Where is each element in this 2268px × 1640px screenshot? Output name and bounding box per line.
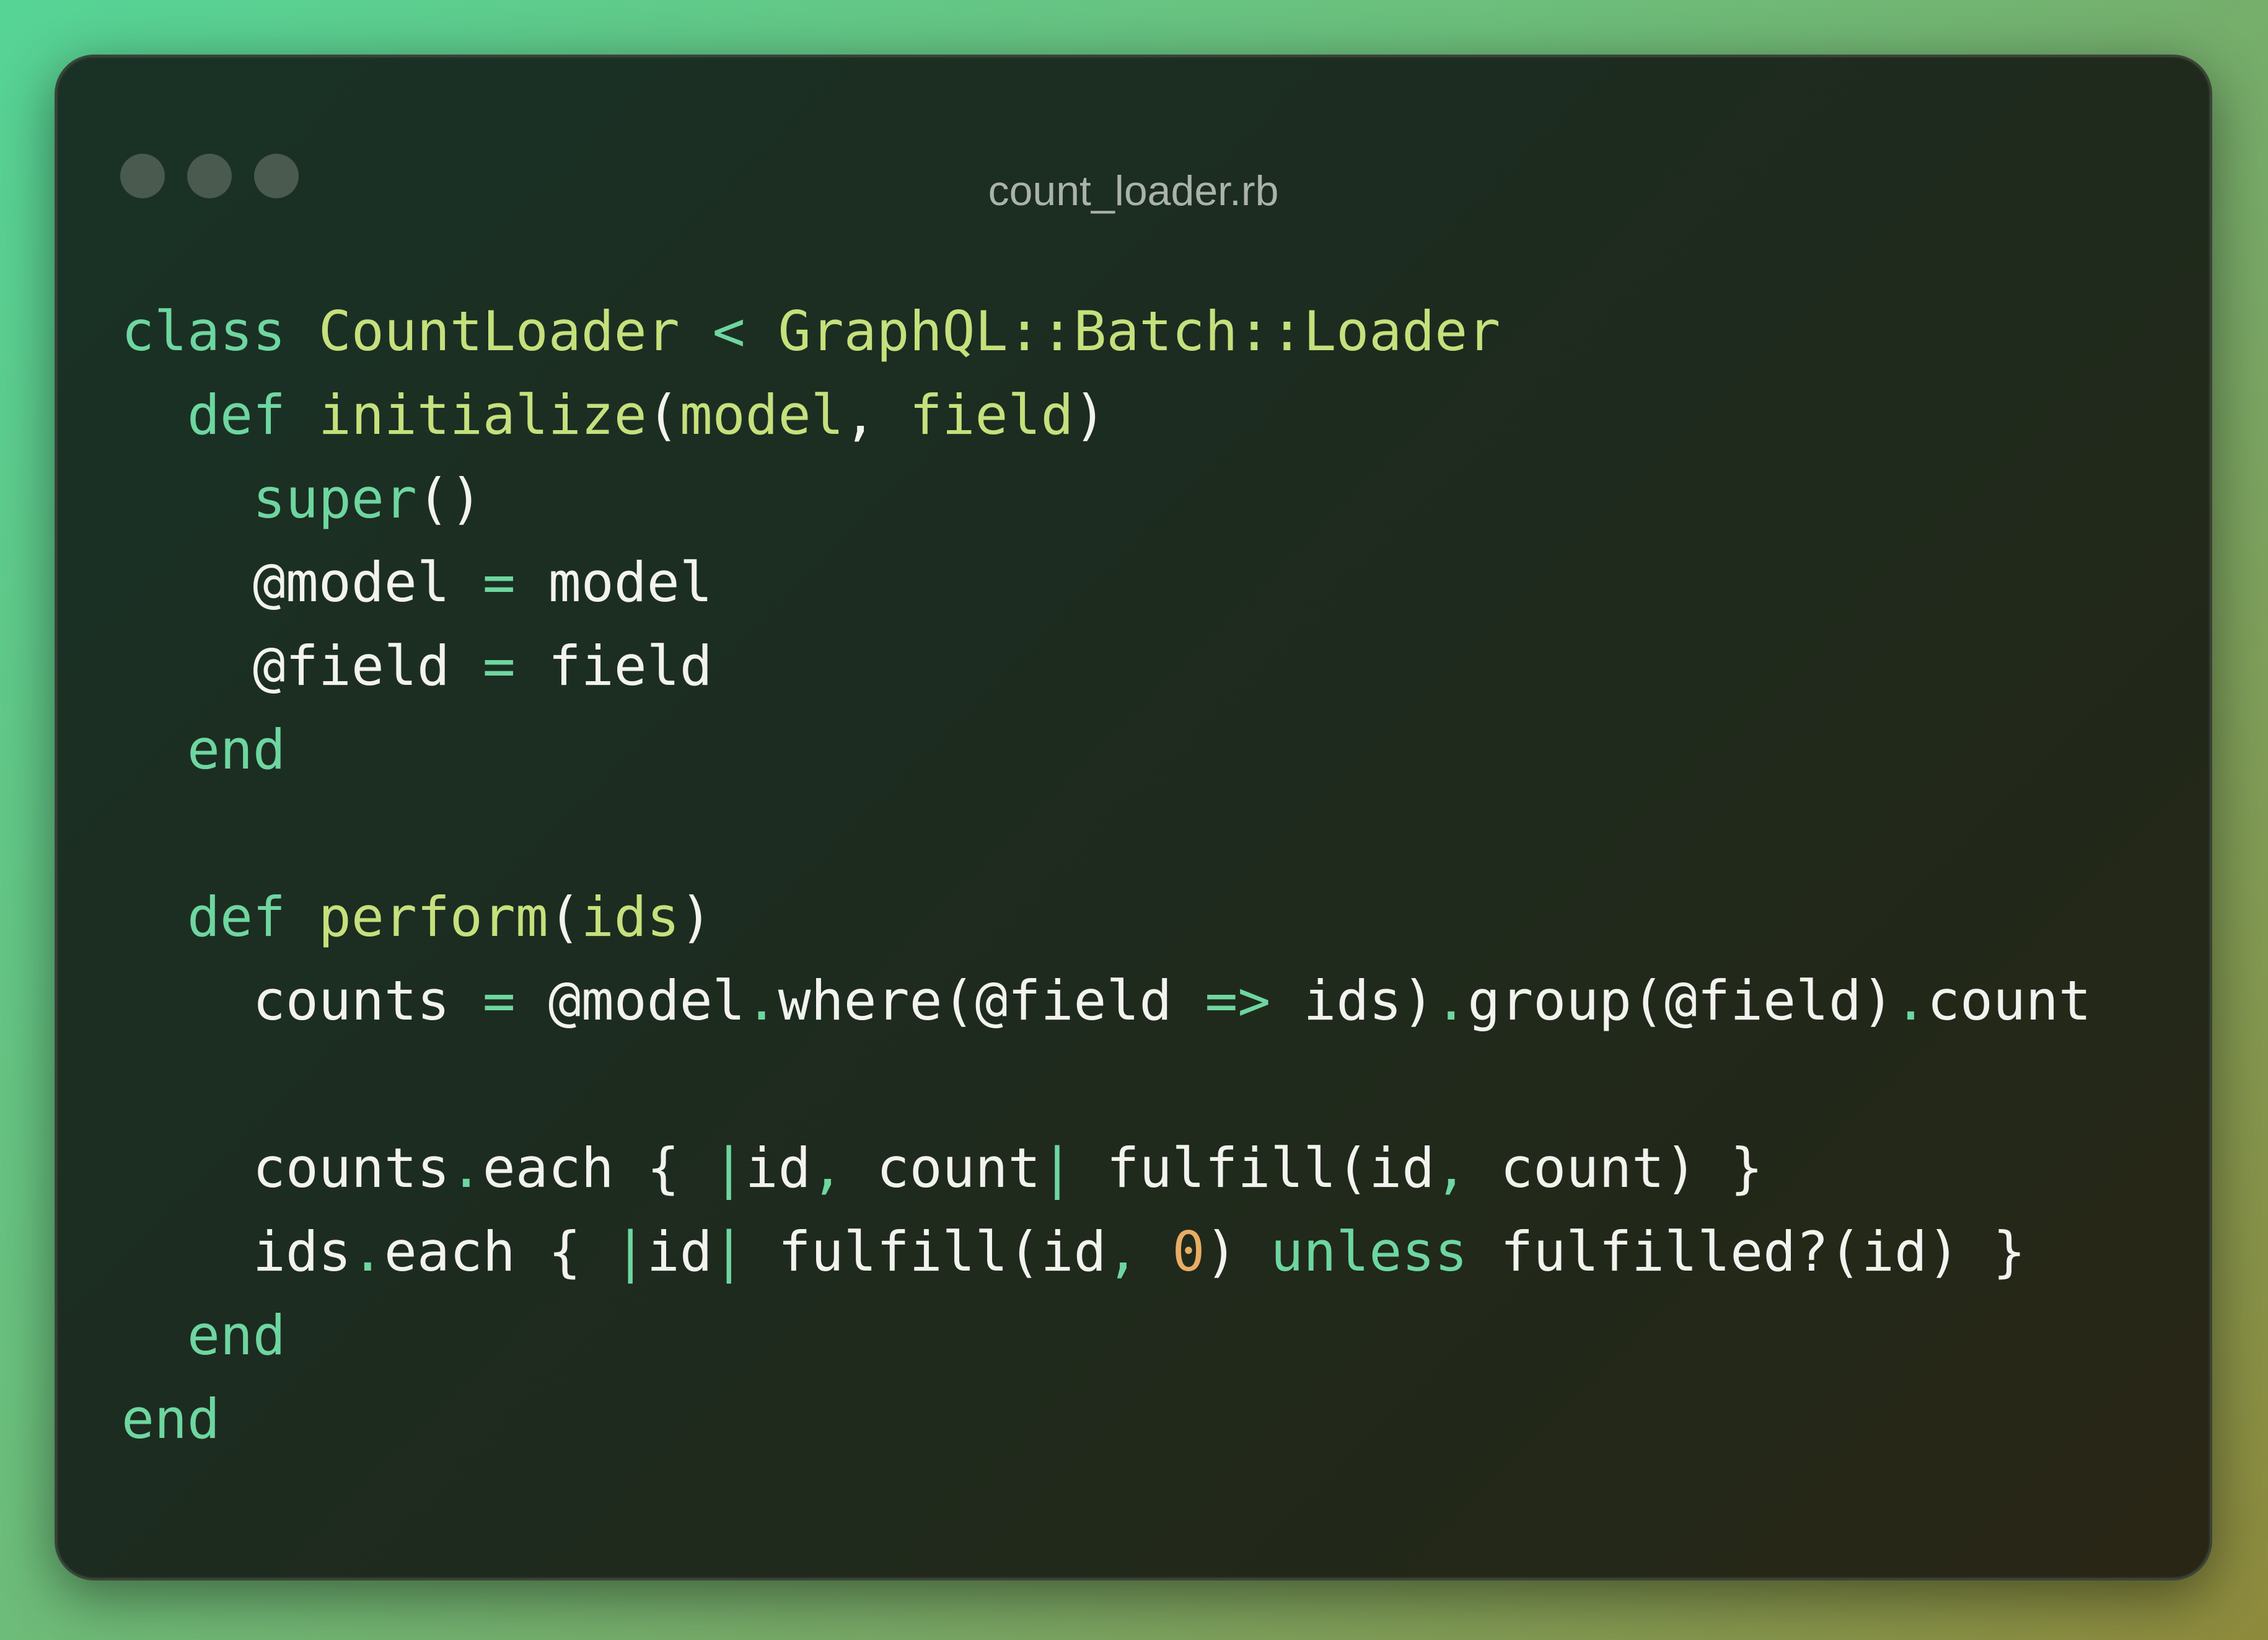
param: ids (581, 885, 680, 949)
code-text: id (745, 1136, 811, 1200)
code-line-3: super() (121, 457, 2091, 540)
code-text: counts (252, 969, 450, 1033)
window-title: count_loader.rb (988, 167, 1279, 214)
operator: = (449, 550, 548, 614)
code-line-4: @model = model (121, 540, 2091, 624)
method-name: initialize (318, 383, 647, 447)
operator: | (1040, 1136, 1074, 1200)
operator: => (1205, 969, 1271, 1033)
code-line-6: end (121, 708, 2091, 791)
code-text: id (646, 1220, 713, 1284)
code-line-8: def perform(ids) (121, 875, 2091, 959)
operator: . (449, 1136, 483, 1200)
operator: = (449, 634, 548, 698)
code-text: ids (252, 1220, 351, 1284)
code-text: count) } (1500, 1136, 1764, 1200)
method-name: perform (318, 885, 548, 949)
keyword: end (187, 718, 286, 782)
keyword: class (121, 299, 286, 363)
code-text: where(@field (778, 969, 1205, 1033)
code-line-5: @field = field (121, 624, 2091, 708)
code-text: ( (646, 383, 680, 447)
operator: , (1106, 1220, 1172, 1284)
keyword: def (187, 383, 286, 447)
code-line-12: ids.each { |id| fulfill(id, 0) unless fu… (121, 1210, 2091, 1294)
code-text: ( (548, 885, 581, 949)
operator: . (745, 969, 778, 1033)
code-text: count (876, 1136, 1041, 1200)
keyword: unless (1270, 1220, 1468, 1284)
code-line-14: end (121, 1377, 2091, 1461)
keyword: end (121, 1387, 220, 1451)
instance-variable: @model (252, 550, 450, 614)
operator: = (449, 969, 548, 1033)
code-line-13: end (121, 1294, 2091, 1377)
code-window: count_loader.rb class CountLoader < Grap… (55, 55, 2212, 1580)
code-text: ) (1205, 1220, 1271, 1284)
code-text: fulfilled?(id) } (1467, 1220, 2026, 1284)
operator: , (811, 1136, 877, 1200)
instance-variable: @model (548, 969, 745, 1033)
code-text: , (843, 383, 910, 447)
operator: . (351, 1220, 384, 1284)
code-line-2: def initialize(model, field) (121, 373, 2091, 457)
code-text: ) (679, 885, 713, 949)
code-text: fulfill(id (1073, 1136, 1435, 1200)
keyword: def (187, 885, 286, 949)
code-line-1: class CountLoader < GraphQL::Batch::Load… (121, 289, 2091, 373)
instance-variable: @field (252, 634, 450, 698)
operator: | (613, 1220, 647, 1284)
operator: | (712, 1220, 745, 1284)
class-name: CountLoader (318, 299, 680, 363)
operator: . (1894, 969, 1927, 1033)
code-line-9: counts = @model.where(@field => ids).gro… (121, 959, 2091, 1043)
superclass-name: GraphQL::Batch::Loader (778, 299, 1501, 363)
code-block: class CountLoader < GraphQL::Batch::Load… (121, 289, 2091, 1461)
code-line-11: counts.each { |id, count| fulfill(id, co… (121, 1126, 2091, 1210)
code-text: group(@field) (1467, 969, 1894, 1033)
keyword: super (252, 467, 417, 531)
number-literal: 0 (1172, 1220, 1205, 1284)
operator: , (1435, 1136, 1501, 1200)
operator: < (679, 299, 778, 363)
code-text: ) (1073, 383, 1107, 447)
code-text: model (548, 550, 713, 614)
code-text: field (548, 634, 713, 698)
code-text: each { (482, 1136, 713, 1200)
param: field (909, 383, 1074, 447)
param: model (679, 383, 844, 447)
code-text: count (1927, 969, 2091, 1033)
keyword: end (187, 1303, 286, 1367)
code-text: fulfill(id (745, 1220, 1107, 1284)
code-text: counts (252, 1136, 450, 1200)
code-text: () (416, 467, 483, 531)
code-text: ids) (1270, 969, 1435, 1033)
operator: . (1435, 969, 1468, 1033)
code-text: each { (384, 1220, 614, 1284)
operator: | (712, 1136, 745, 1200)
